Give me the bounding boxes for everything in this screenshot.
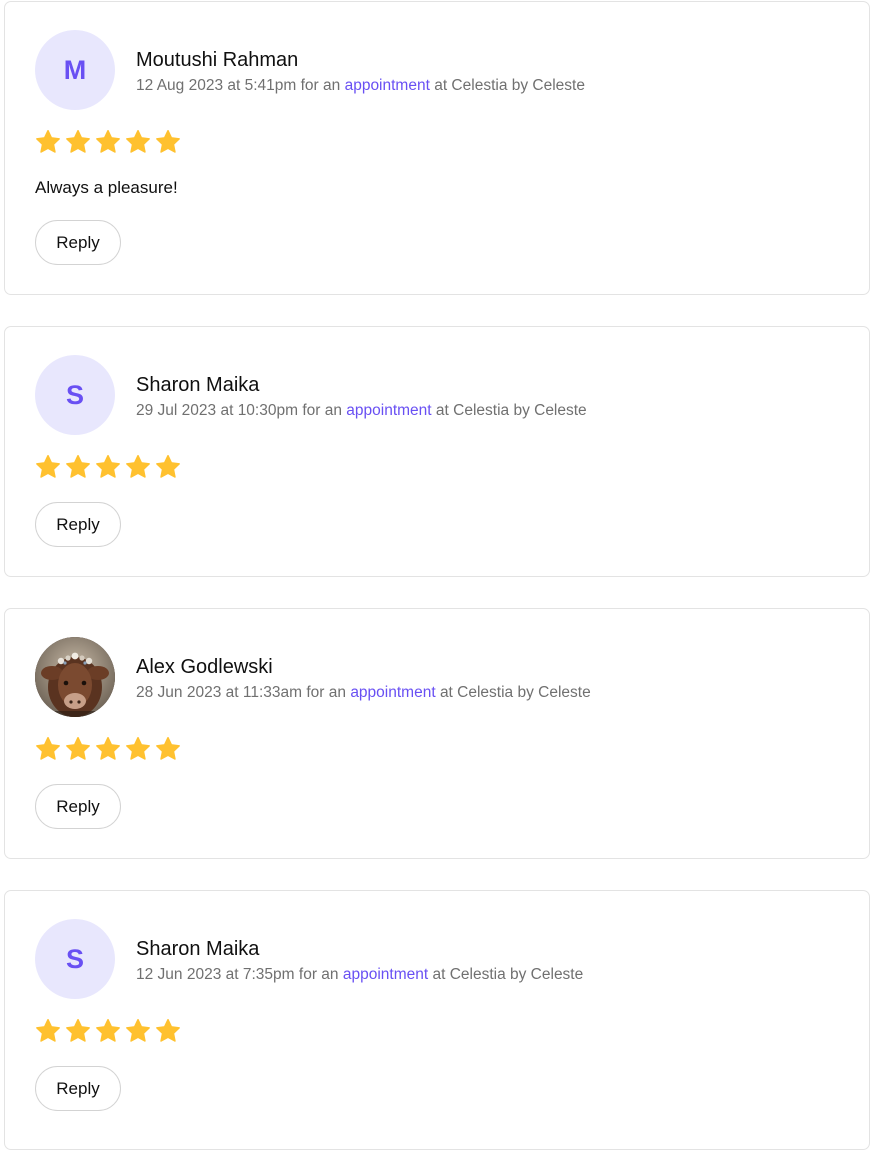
review-meta: 28 Jun 2023 at 11:33am for an appointmen… — [136, 683, 591, 703]
review-meta: 29 Jul 2023 at 10:30pm for an appointmen… — [136, 401, 587, 421]
star-icon — [96, 129, 120, 153]
review-card: Alex Godlewski 28 Jun 2023 at 11:33am fo… — [4, 608, 870, 859]
star-icon — [126, 736, 150, 760]
review-meta-for: for an — [306, 684, 346, 701]
reply-button[interactable]: Reply — [35, 1066, 121, 1111]
appointment-link[interactable]: appointment — [346, 402, 431, 419]
review-text: Always a pleasure! — [35, 178, 178, 197]
review-date: 12 Aug 2023 at 5:41pm — [136, 77, 297, 94]
star-icon — [36, 736, 60, 760]
reply-button[interactable]: Reply — [35, 784, 121, 829]
review-card: S Sharon Maika 12 Jun 2023 at 7:35pm for… — [4, 890, 870, 1150]
star-icon — [126, 1018, 150, 1042]
star-icon — [36, 454, 60, 478]
star-icon — [66, 454, 90, 478]
review-card: S Sharon Maika 29 Jul 2023 at 10:30pm fo… — [4, 326, 870, 577]
review-meta-for: for an — [298, 966, 339, 983]
reviewer-name: Sharon Maika — [136, 374, 260, 396]
star-icon — [96, 1018, 120, 1042]
star-icon — [156, 1018, 180, 1042]
star-icon — [66, 1018, 90, 1042]
reviewer-name: Moutushi Rahman — [136, 49, 299, 71]
avatar-photo-image — [35, 637, 115, 717]
star-rating — [35, 736, 181, 762]
avatar-initial: S — [65, 943, 84, 974]
reviewer-name: Alex Godlewski — [136, 656, 273, 678]
star-icon — [36, 129, 60, 153]
star-icon — [126, 454, 150, 478]
reply-button[interactable]: Reply — [35, 502, 121, 547]
star-rating — [35, 1018, 181, 1044]
reviewer-name: Sharon Maika — [136, 938, 260, 960]
review-card: M Moutushi Rahman 12 Aug 2023 at 5:41pm … — [4, 1, 870, 295]
review-meta-location: at Celestia by Celeste — [435, 402, 587, 419]
review-meta-location: at Celestia by Celeste — [434, 77, 585, 94]
avatar-photo — [35, 637, 115, 717]
avatar-initial: M — [63, 54, 87, 85]
review-date: 12 Jun 2023 at 7:35pm — [136, 966, 295, 983]
review-meta: 12 Aug 2023 at 5:41pm for an appointment… — [136, 76, 585, 96]
avatar-initial: S — [65, 379, 84, 410]
appointment-link[interactable]: appointment — [343, 966, 428, 983]
reply-button[interactable]: Reply — [35, 220, 121, 265]
star-icon — [156, 454, 180, 478]
appointment-link[interactable]: appointment — [350, 684, 435, 701]
review-meta-for: for an — [302, 402, 342, 419]
star-icon — [126, 129, 150, 153]
review-date: 29 Jul 2023 at 10:30pm — [136, 402, 299, 419]
star-icon — [96, 736, 120, 760]
appointment-link[interactable]: appointment — [345, 77, 430, 94]
review-meta: 12 Jun 2023 at 7:35pm for an appointment… — [136, 965, 583, 985]
star-rating — [35, 129, 181, 155]
star-icon — [156, 129, 180, 153]
avatar: S — [35, 355, 115, 435]
star-rating — [35, 454, 181, 480]
star-icon — [156, 736, 180, 760]
review-meta-for: for an — [300, 77, 341, 94]
avatar: S — [35, 919, 115, 999]
avatar: M — [35, 30, 115, 110]
review-meta-location: at Celestia by Celeste — [432, 966, 584, 983]
star-icon — [96, 454, 120, 478]
review-meta-location: at Celestia by Celeste — [439, 684, 591, 701]
star-icon — [66, 736, 90, 760]
star-icon — [36, 1018, 60, 1042]
review-date: 28 Jun 2023 at 11:33am — [136, 684, 303, 701]
star-icon — [66, 129, 90, 153]
